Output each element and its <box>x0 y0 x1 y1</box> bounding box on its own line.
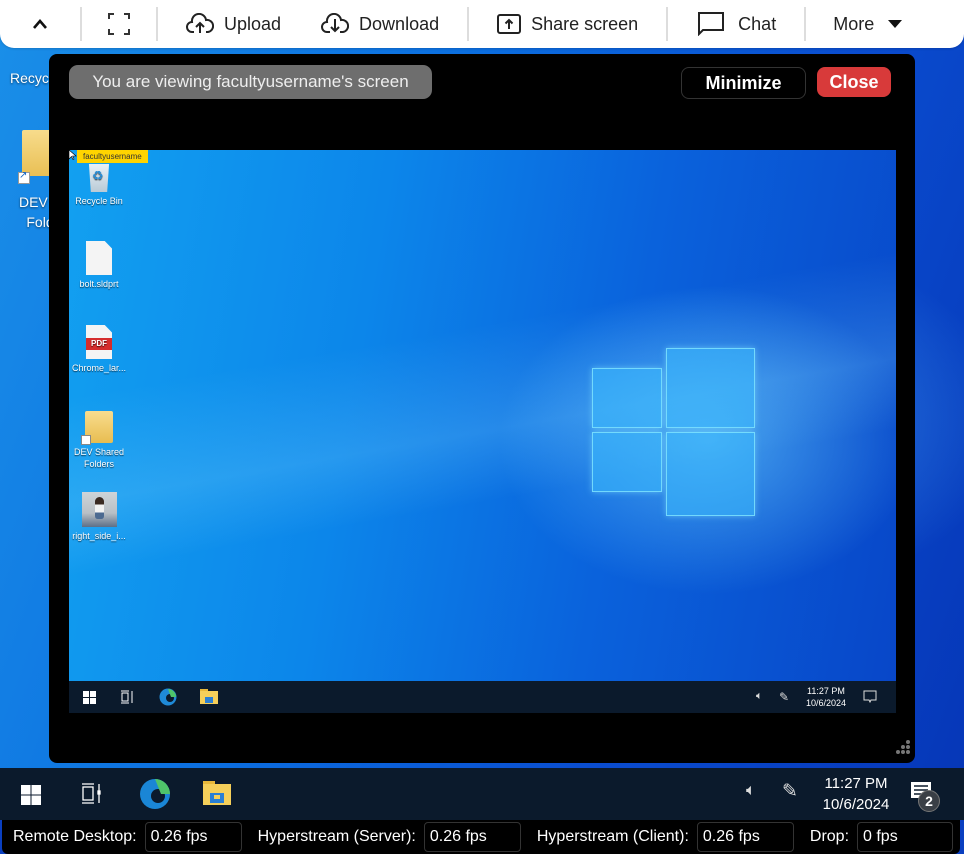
download-label: Download <box>359 13 440 34</box>
toolbar-divider <box>666 7 669 41</box>
pdf-icon: PDF <box>86 325 112 359</box>
share-screen-icon <box>497 14 522 34</box>
host-clock[interactable]: 11:27 PM 10/6/2024 <box>812 773 900 815</box>
screen-viewer-modal: You are viewing facultyusername's screen… <box>49 54 915 763</box>
host-recycle-bin-label[interactable]: Recyc <box>10 70 49 86</box>
toolbar-divider <box>156 7 158 41</box>
drop-fps-label: Drop: <box>809 828 850 845</box>
chevron-up-icon <box>32 18 48 30</box>
file-explorer-icon[interactable] <box>200 689 218 704</box>
hyperstream-server-fps-label: Hyperstream (Server): <box>257 828 416 845</box>
chat-button[interactable]: Chat <box>698 0 776 48</box>
volume-icon[interactable]: 🔈︎ <box>756 690 763 703</box>
caret-down-icon <box>888 20 903 28</box>
windows-start-icon[interactable] <box>21 785 41 805</box>
download-button[interactable]: Download <box>321 0 439 48</box>
remote-user-tag: facultyusername <box>77 150 148 163</box>
viewing-banner: You are viewing facultyusername's screen <box>69 65 432 99</box>
remote-desktop-icon-pdf[interactable]: PDF Chrome_lar... <box>69 325 134 374</box>
remote-date: 10/6/2024 <box>805 698 846 708</box>
remote-desktop-fps-label: Remote Desktop: <box>13 828 137 845</box>
windows-start-icon[interactable] <box>83 691 96 704</box>
upload-button[interactable]: Upload <box>186 0 281 48</box>
remote-desktop-fps-value: 0.26 fps <box>144 822 242 852</box>
toolbar-divider <box>804 7 807 41</box>
performance-stats-bar: Remote Desktop: 0.26 fps Hyperstream (Se… <box>2 820 960 854</box>
more-label: More <box>833 13 875 34</box>
remote-desktop-icon-recycle-bin[interactable]: Recycle Bin <box>69 164 134 207</box>
icon-label: right_side_i... <box>72 531 126 541</box>
icon-label-line2: Folders <box>83 459 114 469</box>
cloud-upload-icon <box>186 13 214 35</box>
notification-count-badge: 2 <box>918 790 940 812</box>
remote-desktop-icon-bolt[interactable]: bolt.sldprt <box>69 241 134 290</box>
mouse-cursor-icon <box>69 150 77 160</box>
host-date: 10/6/2024 <box>822 796 890 813</box>
folder-shortcut-icon <box>81 411 113 445</box>
volume-icon[interactable]: 🔈︎ <box>746 782 756 800</box>
host-taskbar: 🔈︎ ✎ 11:27 PM 10/6/2024 <box>0 768 964 820</box>
edge-browser-icon[interactable] <box>139 778 171 810</box>
task-view-icon[interactable] <box>81 783 102 804</box>
session-toolbar: Upload Download Share screen Chat More <box>0 0 964 48</box>
image-thumbnail-icon <box>81 492 117 527</box>
file-explorer-icon[interactable] <box>203 781 231 805</box>
remote-time: 11:27 PM <box>807 686 845 696</box>
fullscreen-icon <box>108 13 130 35</box>
icon-label: Recycle Bin <box>75 196 123 206</box>
collapse-toolbar-button[interactable] <box>0 0 80 48</box>
cloud-download-icon <box>321 13 350 35</box>
hyperstream-server-fps-value: 0.26 fps <box>423 822 521 852</box>
resize-grip-icon[interactable] <box>892 740 910 758</box>
more-menu-button[interactable]: More <box>833 0 903 48</box>
toolbar-divider <box>467 7 470 41</box>
shortcut-arrow-icon <box>18 170 30 184</box>
upload-label: Upload <box>224 13 282 34</box>
icon-label: bolt.sldprt <box>79 279 119 289</box>
hyperstream-client-fps-label: Hyperstream (Client): <box>536 828 689 845</box>
chat-bubble-icon <box>698 12 725 36</box>
fullscreen-button[interactable] <box>82 0 156 48</box>
remote-screen[interactable]: facultyusername Recycle Bin bolt.sldprt … <box>69 150 896 713</box>
drop-fps-value: 0 fps <box>857 822 954 852</box>
remote-taskbar: 🔈︎ ✎ 11:27 PM 10/6/2024 <box>69 681 896 713</box>
share-screen-label: Share screen <box>531 13 639 34</box>
icon-label-line1: DEV Shared <box>73 447 125 457</box>
pen-icon[interactable]: ✎ <box>779 690 789 704</box>
remote-desktop-icon-dev-shared[interactable]: DEV Shared Folders <box>69 411 134 470</box>
pen-workspace-icon[interactable]: ✎ <box>782 780 798 803</box>
windows-wallpaper-logo <box>592 348 755 518</box>
remote-clock[interactable]: 11:27 PM 10/6/2024 <box>806 685 846 709</box>
remote-desktop-icon-image[interactable]: right_side_i... <box>69 492 134 542</box>
icon-label: Chrome_lar... <box>71 363 127 373</box>
task-view-icon[interactable] <box>120 690 134 704</box>
file-icon <box>86 241 112 275</box>
edge-browser-icon[interactable] <box>159 688 177 706</box>
minimize-button[interactable]: Minimize <box>681 67 806 99</box>
host-time: 11:27 PM <box>824 775 888 792</box>
share-screen-button[interactable]: Share screen <box>497 0 638 48</box>
hyperstream-client-fps-value: 0.26 fps <box>696 822 794 852</box>
action-center-icon[interactable] <box>863 690 877 703</box>
chat-label: Chat <box>738 13 777 34</box>
close-button[interactable]: Close <box>817 67 891 97</box>
recycle-bin-icon <box>88 164 110 192</box>
